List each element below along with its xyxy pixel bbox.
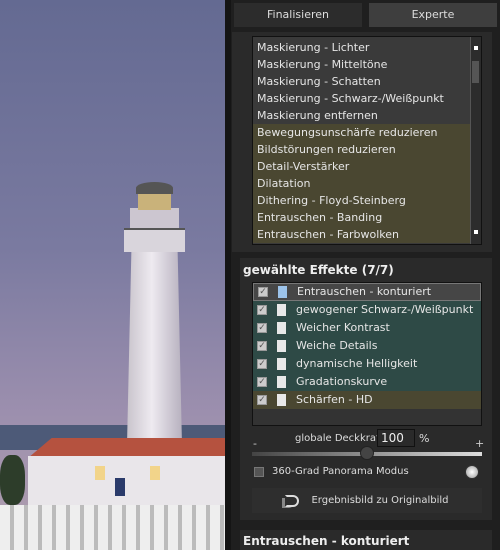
library-item[interactable]: Entrauschen - Farbwolken: [253, 226, 470, 243]
library-item[interactable]: Dithering - Floyd-Steinberg: [253, 192, 470, 209]
library-item[interactable]: Maskierung - Schwarz-/Weißpunkt: [253, 90, 470, 107]
effect-checkbox[interactable]: ✓: [258, 287, 268, 297]
document-icon: [277, 304, 286, 316]
library-item[interactable]: Detail-Verstärker: [253, 158, 470, 175]
tab-finalisieren[interactable]: Finalisieren: [234, 3, 362, 27]
selected-effects-list[interactable]: ✓ Entrauschen - konturiert ✓ gewogener Schw…: [252, 282, 482, 426]
opacity-minus[interactable]: -: [253, 437, 257, 450]
panorama-dial-icon[interactable]: [465, 465, 479, 479]
swap-image-icon: [285, 494, 300, 507]
effect-checkbox[interactable]: ✓: [257, 395, 267, 405]
document-icon: [277, 358, 286, 370]
selected-effect-row[interactable]: ✓ Weicher Kontrast: [253, 319, 481, 337]
panorama-label: 360-Grad Panorama Modus: [272, 466, 409, 477]
document-icon: [277, 394, 286, 406]
library-item[interactable]: Maskierung - Schatten: [253, 73, 470, 90]
effect-label: dynamische Helligkeit: [296, 357, 418, 370]
library-item[interactable]: Entrauschen - Banding: [253, 209, 470, 226]
effect-checkbox[interactable]: ✓: [257, 341, 267, 351]
document-icon: [277, 340, 286, 352]
preview-image: [0, 0, 225, 550]
selected-effect-row[interactable]: ✓ gewogener Schwarz-/Weißpunkt: [253, 301, 481, 319]
document-icon: [277, 322, 286, 334]
opacity-input[interactable]: 100: [377, 429, 415, 447]
selected-effect-row[interactable]: ✓ Schärfen - HD: [253, 391, 481, 409]
library-item[interactable]: Dilatation: [253, 175, 470, 192]
result-button-label: Ergebnisbild zu Originalbild: [311, 495, 449, 506]
lighthouse-tower: [127, 250, 182, 445]
selected-effect-row[interactable]: ✓ Gradationskurve: [253, 373, 481, 391]
building-roof: [28, 438, 225, 458]
opacity-label: globale Deckkraft: [295, 433, 384, 444]
library-item[interactable]: Maskierung entfernen: [253, 107, 470, 124]
effect-label: Schärfen - HD: [296, 393, 373, 406]
effect-checkbox[interactable]: ✓: [257, 377, 267, 387]
selected-effects-title: gewählte Effekte (7/7): [243, 263, 394, 277]
effect-checkbox[interactable]: ✓: [257, 359, 267, 369]
document-icon: [277, 376, 286, 388]
library-item[interactable]: Bildstörungen reduzieren: [253, 141, 470, 158]
effect-label: Weiche Details: [296, 339, 378, 352]
scrollbar-thumb[interactable]: [472, 61, 479, 83]
scrollbar[interactable]: [470, 37, 481, 244]
effect-label: Weicher Kontrast: [296, 321, 390, 334]
document-icon: [278, 286, 287, 298]
slider-handle[interactable]: [360, 446, 374, 460]
effect-checkbox[interactable]: ✓: [257, 305, 267, 315]
opacity-plus[interactable]: +: [475, 437, 484, 450]
result-to-original-button[interactable]: Ergebnisbild zu Originalbild: [252, 488, 482, 513]
effects-library-list[interactable]: Maskierung - Lichter Maskierung - Mittelt…: [252, 36, 482, 245]
effect-label: Entrauschen - konturiert: [297, 285, 432, 298]
selected-effect-row[interactable]: ✓ Weiche Details: [253, 337, 481, 355]
effect-checkbox[interactable]: ✓: [257, 323, 267, 333]
panel-splitter[interactable]: [225, 0, 231, 550]
panorama-checkbox[interactable]: [254, 467, 264, 477]
opacity-unit: %: [419, 432, 430, 445]
selected-effect-row[interactable]: ✓ Entrauschen - konturiert: [253, 283, 481, 301]
effect-settings-title: Entrauschen - konturiert: [243, 534, 410, 548]
effect-label: gewogener Schwarz-/Weißpunkt: [296, 303, 474, 316]
library-item[interactable]: Maskierung - Mitteltöne: [253, 56, 470, 73]
selected-effect-row[interactable]: ✓ dynamische Helligkeit: [253, 355, 481, 373]
library-item[interactable]: Maskierung - Lichter: [253, 39, 470, 56]
opacity-slider[interactable]: [252, 446, 482, 460]
library-item[interactable]: Bewegungsunschärfe reduzieren: [253, 124, 470, 141]
effect-label: Gradationskurve: [296, 375, 388, 388]
tab-experte[interactable]: Experte: [369, 3, 497, 27]
